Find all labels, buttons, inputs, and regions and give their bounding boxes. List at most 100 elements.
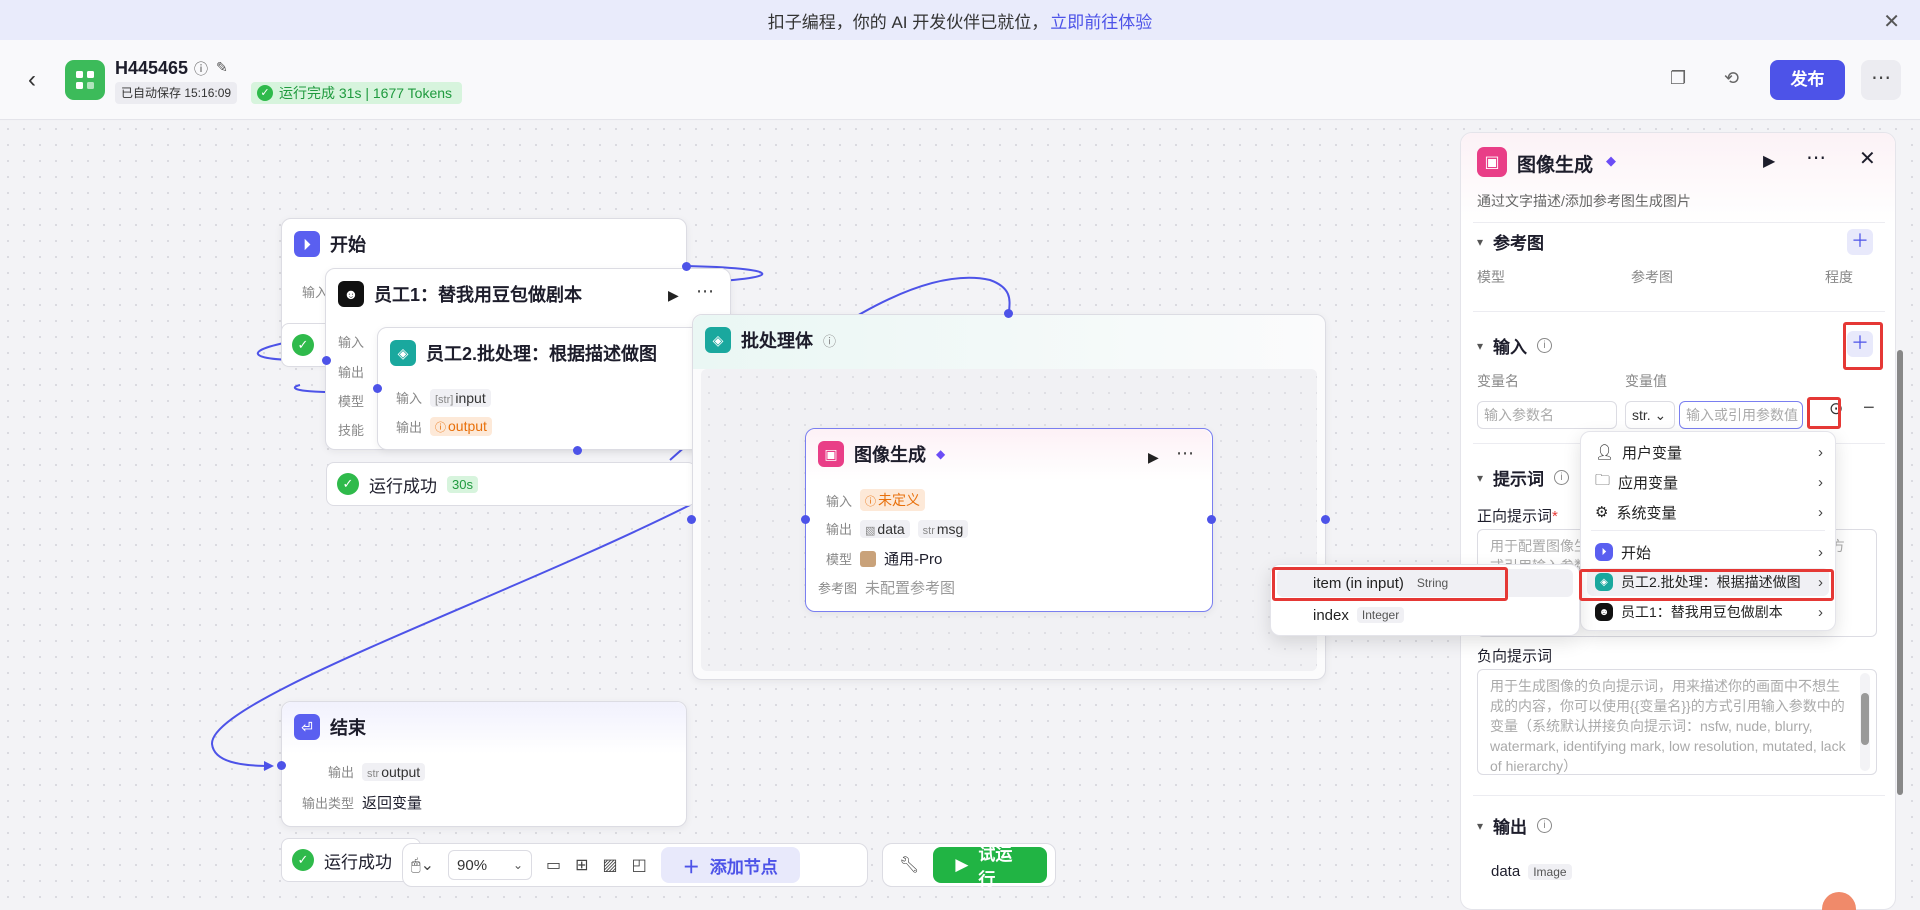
- menu-item-app-vars[interactable]: 🗀 应用变量 ›: [1587, 468, 1829, 496]
- highlight-item-in-input: [1272, 567, 1508, 601]
- minimap-icon[interactable]: ◰: [632, 855, 647, 875]
- publish-button[interactable]: 发布: [1770, 60, 1845, 100]
- banner-text: 扣子编程，你的 AI 开发伙伴已就位，: [767, 12, 1049, 32]
- more-icon[interactable]: ⋯: [1861, 60, 1901, 100]
- employee1-model-label: 模型: [337, 394, 364, 409]
- menu-item-employee1[interactable]: ☻ 员工1：替我用豆包做剧本 ›: [1587, 598, 1829, 626]
- port[interactable]: [1321, 515, 1330, 524]
- employee1-skill-label: 技能: [337, 423, 364, 438]
- add-ref-button[interactable]: ＋: [1847, 229, 1873, 255]
- negative-prompt-label: 负向提示词: [1477, 648, 1553, 665]
- port[interactable]: [322, 356, 331, 365]
- edit-icon[interactable]: ✎: [216, 59, 228, 76]
- start-icon: ⏵: [294, 231, 320, 257]
- back-icon[interactable]: ‹: [28, 66, 36, 94]
- run-toolbar: 🔧︎ ▶ 试运行: [882, 843, 1056, 889]
- highlight-employee2-item: [1579, 569, 1834, 601]
- employee1-run-status: ✓ 运行成功 30s: [326, 462, 696, 506]
- negative-prompt-textarea[interactable]: 用于生成图像的负向提示词，用来描述你的画面中不想生成的内容，你可以使用{{变量名…: [1477, 669, 1877, 775]
- port[interactable]: [1004, 309, 1013, 318]
- employee2-node[interactable]: ◈ 员工2.批处理：根据描述做图 输入 [str] input 输出 ⓘ outpu…: [377, 327, 702, 450]
- close-icon[interactable]: ✕: [1859, 146, 1876, 171]
- image-gen-output-data: ▧ data: [860, 519, 910, 538]
- info-icon[interactable]: ⓘ: [823, 331, 836, 350]
- image-gen-model-value: 通用-Pro: [884, 551, 943, 568]
- menu-item-system-vars[interactable]: ⚙ 系统变量 ›: [1587, 498, 1829, 526]
- end-node-title: 结束: [330, 718, 366, 738]
- image-icon: ▣: [818, 441, 844, 467]
- end-type-value: 返回变量: [362, 795, 423, 812]
- image-gen-node-title: 图像生成: [854, 445, 926, 465]
- folder-icon: 🗀: [1595, 471, 1611, 489]
- textarea-scrollbar-thumb[interactable]: [1861, 693, 1869, 745]
- menu-item-start[interactable]: ⏵ 开始 ›: [1587, 538, 1829, 566]
- app-header: ‹ H445465 ⓘ ✎ 已自动保存 15:16:09 ✓ 运行完成 31s …: [0, 40, 1920, 120]
- employee1-input-label: 输入: [337, 335, 364, 350]
- picture-icon[interactable]: ▨: [603, 855, 618, 875]
- chevron-down-icon: ⌄: [512, 858, 524, 872]
- add-node-button[interactable]: ＋ 添加节点: [660, 847, 800, 883]
- history-icon[interactable]: ⟲: [1724, 68, 1739, 89]
- info-icon[interactable]: i: [1537, 338, 1553, 353]
- layers-icon: ◈: [705, 327, 731, 353]
- chevron-right-icon: ›: [1818, 443, 1823, 461]
- bot-icon: ☻: [338, 281, 364, 307]
- copy-icon[interactable]: ❐: [1670, 68, 1686, 89]
- port[interactable]: [687, 515, 696, 524]
- try-run-button[interactable]: ▶ 试运行: [933, 845, 1047, 889]
- app-name: H445465: [115, 58, 189, 78]
- submenu-item-index[interactable]: index Integer: [1277, 601, 1573, 629]
- port[interactable]: [573, 446, 582, 455]
- image-gen-node[interactable]: ▣ 图像生成 ◆ ▶ ⋯ 输入 ⓘ 未定义 输出 ▧ data str msg 模型 …: [805, 428, 1213, 612]
- check-icon: ✓: [257, 85, 273, 101]
- image-gen-input-label: 输入: [825, 493, 852, 509]
- comment-icon[interactable]: ▭: [546, 855, 561, 875]
- employee2-node-title: 员工2.批处理：根据描述做图: [426, 344, 658, 364]
- zoom-select[interactable]: 90% ⌄: [448, 850, 533, 880]
- remove-input-icon[interactable]: −: [1863, 397, 1875, 420]
- more-icon[interactable]: ⋯: [696, 281, 715, 302]
- model-avatar-icon: [860, 550, 876, 567]
- info-icon[interactable]: i: [1554, 470, 1570, 485]
- port[interactable]: [1207, 515, 1216, 524]
- close-icon[interactable]: ✕: [1883, 9, 1900, 34]
- panel-description: 通过文字描述/添加参考图生成图片: [1477, 193, 1691, 209]
- gear-icon: ⚙: [1595, 504, 1609, 521]
- chevron-right-icon: ›: [1818, 603, 1823, 621]
- layout-icon[interactable]: ⊞: [575, 855, 588, 875]
- more-icon[interactable]: ⋯: [1806, 145, 1826, 170]
- employee1-node-title: 员工1：替我用豆包做剧本: [374, 285, 583, 305]
- info-icon[interactable]: i: [1537, 818, 1553, 833]
- play-icon[interactable]: ▶: [668, 287, 679, 304]
- employee1-output-label: 输出: [337, 365, 364, 380]
- panel-scrollbar-thumb[interactable]: [1897, 350, 1903, 795]
- chevron-down-icon: ▾: [1477, 818, 1484, 833]
- mouse-icon[interactable]: 🖱︎⌄: [411, 855, 434, 875]
- wrench-icon[interactable]: 🔧︎: [899, 855, 919, 875]
- var-value-input[interactable]: 输入或引用参数值: [1679, 401, 1803, 429]
- play-icon[interactable]: ▶: [1148, 449, 1159, 466]
- menu-item-user-vars[interactable]: 👤︎ 用户变量 ›: [1587, 438, 1829, 466]
- output-var-name: data: [1491, 863, 1521, 880]
- banner-link[interactable]: 立即前往体验: [1050, 8, 1152, 33]
- more-icon[interactable]: ⋯: [1176, 443, 1195, 464]
- chevron-down-icon: ▾: [1477, 470, 1484, 485]
- app-logo-icon: [65, 60, 105, 100]
- chevron-right-icon: ›: [1818, 503, 1823, 521]
- ref-col-model: 模型: [1477, 269, 1505, 285]
- info-icon[interactable]: ⓘ: [194, 59, 208, 79]
- top-banner: 扣子编程，你的 AI 开发伙伴已就位， 立即前往体验 ✕: [0, 0, 1920, 40]
- employee1-status-text: 运行成功: [369, 476, 437, 496]
- port[interactable]: [682, 262, 691, 271]
- ref-col-image: 参考图: [1631, 269, 1673, 285]
- var-type-select[interactable]: str. ⌄: [1625, 401, 1675, 429]
- port[interactable]: [277, 761, 286, 770]
- ref-section-title: 参考图: [1493, 234, 1545, 253]
- var-name-input[interactable]: 输入参数名: [1477, 401, 1617, 429]
- play-icon[interactable]: ▶: [1763, 151, 1775, 171]
- check-icon: ✓: [337, 473, 359, 495]
- port[interactable]: [373, 384, 382, 393]
- highlight-var-ref: [1807, 397, 1841, 429]
- port[interactable]: [801, 515, 810, 524]
- end-node[interactable]: ⏎ 结束 输出 str output 输出类型 返回变量: [281, 701, 687, 827]
